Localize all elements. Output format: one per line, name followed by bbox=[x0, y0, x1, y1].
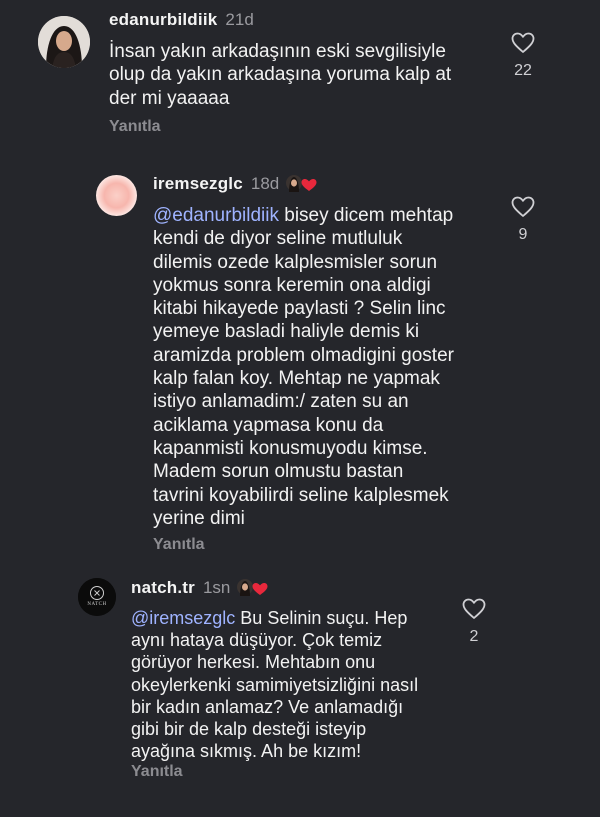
comment-line: der mi yaaaaa bbox=[109, 87, 230, 109]
comment-line: aciklama yapmasa konu da bbox=[153, 414, 384, 436]
comment-line: tavrini koyabilirdi seline kalplesmek bbox=[153, 484, 449, 506]
mention-link[interactable]: @iremsezglc bbox=[131, 608, 235, 628]
like-count: 2 bbox=[469, 628, 479, 645]
author-heart-icon bbox=[286, 175, 317, 192]
comment-line: yerine dimi bbox=[153, 507, 245, 529]
profile-photo-icon bbox=[38, 16, 90, 68]
comment-line: ayağına sıkmış. Ah be kızım! bbox=[131, 741, 362, 762]
comment-text: @edanurbildiik bisey dicem mehtap kendi … bbox=[153, 204, 493, 530]
comment-line: @edanurbildiik bisey dicem mehtap bbox=[153, 205, 454, 226]
comment-line: olup da yakın arkadaşına yoruma kalp at bbox=[109, 64, 452, 86]
reply-button[interactable]: Yanıtla bbox=[153, 536, 205, 554]
reply-button[interactable]: Yanıtla bbox=[109, 118, 161, 136]
comment-line: görüyor herkesi. Mehtabın onu bbox=[131, 652, 376, 673]
comment-line: @iremsezglc Bu Selinin suçu. Hep bbox=[131, 608, 408, 628]
like-count: 22 bbox=[514, 62, 532, 79]
comment-line: yemeye basladi haliyle demis ki bbox=[153, 321, 420, 343]
username[interactable]: edanurbildiik bbox=[109, 10, 217, 30]
comment-line: aramizda problem olmadigini goster bbox=[153, 344, 454, 366]
comment-text: İnsan yakın arkadaşının eski sevgilisiyl… bbox=[109, 40, 489, 110]
comment-line: kapanmisti konusmuyodu kimse. bbox=[153, 437, 428, 459]
profile-photo-icon bbox=[96, 175, 137, 216]
comment-line: kalp falan koy. Mehtap ne yapmak bbox=[153, 368, 440, 390]
brand-logo-icon bbox=[78, 578, 116, 616]
comment-line: Madem sorun olmustu bastan bbox=[153, 461, 404, 483]
like-button[interactable]: 22 bbox=[508, 32, 538, 80]
username[interactable]: iremsezglc bbox=[153, 174, 243, 194]
comment-line: kendi de diyor seline mutluluk bbox=[153, 228, 403, 250]
comment-line: aynı hataya düşüyor. Çok temiz bbox=[131, 630, 383, 651]
like-count: 9 bbox=[518, 226, 528, 243]
avatar[interactable]: NATCH bbox=[78, 578, 116, 616]
timestamp: 21d bbox=[225, 10, 254, 29]
heart-outline-icon bbox=[462, 598, 486, 619]
comment-line: istiyo anlamadim:/ zaten su an bbox=[153, 391, 409, 413]
comment-line: İnsan yakın arkadaşının eski sevgilisiyl… bbox=[109, 41, 446, 62]
author-liked-badge bbox=[236, 578, 268, 598]
comment-line: okeylerkenki samimiyetsizliğini nasıl bbox=[131, 674, 419, 695]
comment-line: yokmus sonra keremin ona aldigi bbox=[153, 274, 431, 296]
like-button[interactable]: 2 bbox=[459, 598, 489, 646]
comment-text: @iremsezglc Bu Selinin suçu. Hep aynı ha… bbox=[131, 607, 461, 762]
author-liked-badge bbox=[285, 174, 317, 194]
comment-line: dilemis ozede kalplesmisler sorun bbox=[153, 251, 438, 273]
comment-line: bir kadın anlamaz? Ve anlamadığı bbox=[131, 696, 404, 717]
comment-line: gibi bir de kalp desteği isteyip bbox=[131, 719, 367, 740]
username[interactable]: natch.tr bbox=[131, 578, 195, 598]
like-button[interactable]: 9 bbox=[508, 196, 538, 244]
comment-line: kitabi hikayede paylasti ? Selin linc bbox=[153, 298, 446, 320]
mention-link[interactable]: @edanurbildiik bbox=[153, 205, 279, 226]
timestamp: 1sn bbox=[202, 578, 231, 597]
brand-logo-text: NATCH bbox=[87, 602, 107, 607]
avatar[interactable] bbox=[38, 16, 90, 68]
reply-button[interactable]: Yanıtla bbox=[131, 763, 183, 781]
heart-outline-icon bbox=[511, 32, 535, 53]
author-heart-icon bbox=[237, 579, 268, 596]
timestamp: 18d bbox=[250, 174, 280, 193]
avatar[interactable] bbox=[96, 175, 137, 216]
heart-outline-icon bbox=[511, 196, 535, 217]
